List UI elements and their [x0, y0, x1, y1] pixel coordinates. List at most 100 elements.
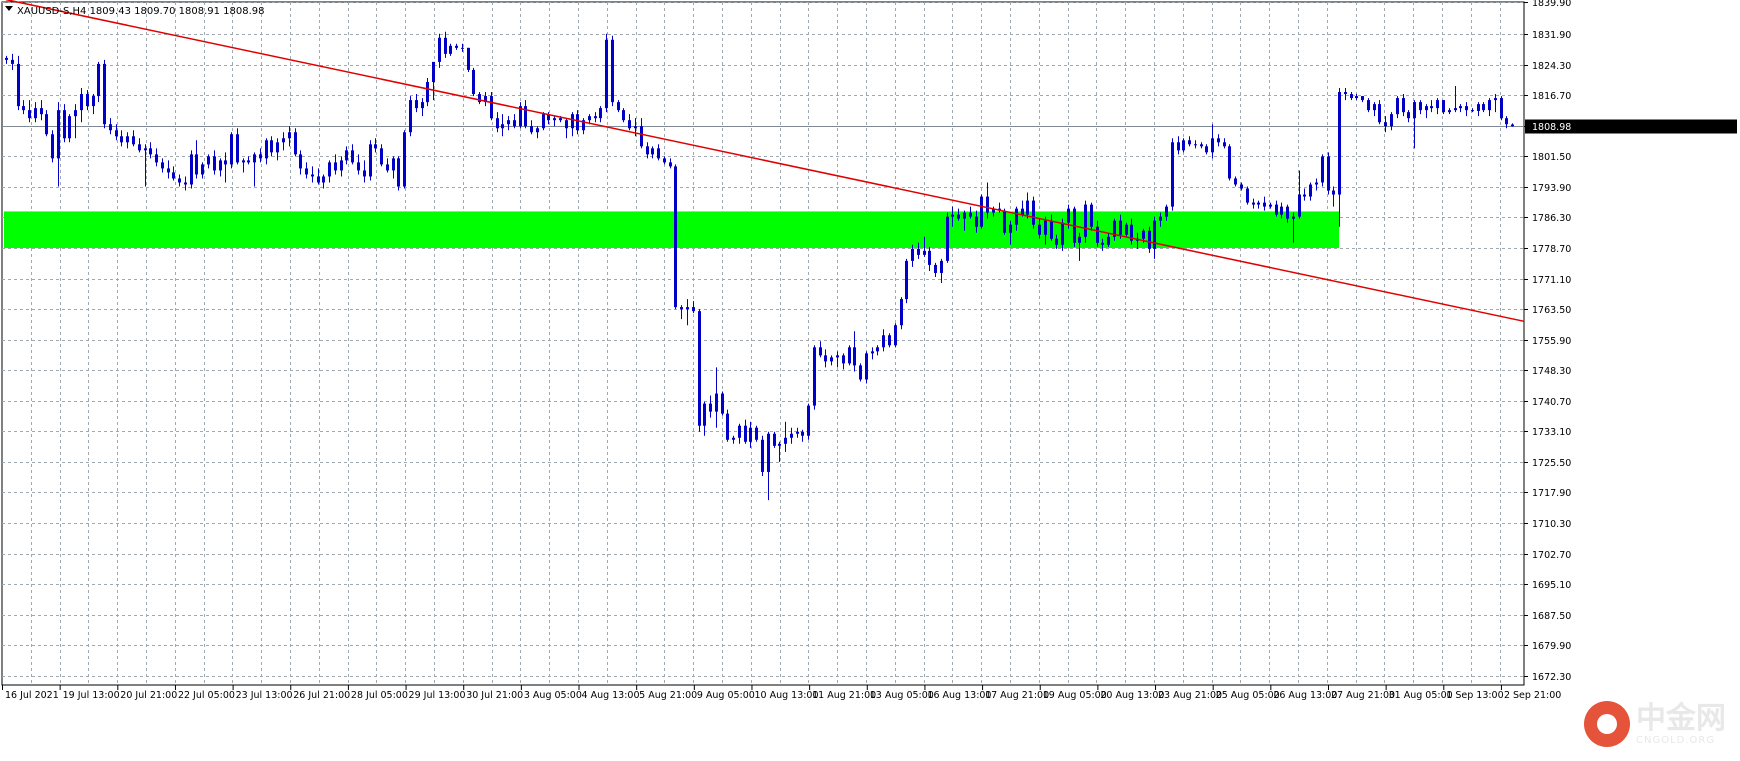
x-tick-label: 23 Aug 21:00	[1158, 690, 1222, 701]
candle-body	[230, 134, 233, 165]
candle-body	[103, 63, 106, 125]
candle-body	[628, 120, 631, 129]
candle-body	[1327, 156, 1330, 191]
candle-body	[426, 81, 429, 103]
candle-body	[1494, 98, 1497, 101]
x-tick-label: 5 Aug 21:00	[639, 690, 697, 701]
candle-body	[1044, 220, 1047, 235]
candle-body	[1402, 98, 1405, 113]
candle-body	[1050, 220, 1053, 239]
y-tick-label: 1748.30	[1532, 366, 1571, 377]
candle-body	[1188, 140, 1191, 145]
candle-body	[1217, 138, 1220, 143]
candle-body	[138, 144, 141, 151]
candle-body	[542, 114, 545, 129]
candle-body	[773, 433, 776, 446]
x-tick-label: 16 Jul 2021	[5, 690, 59, 701]
candle-body	[553, 118, 556, 121]
candle-body	[1344, 92, 1347, 95]
candle-body	[11, 59, 14, 64]
candle-body	[686, 307, 689, 310]
candle-body	[242, 160, 245, 163]
candle-body	[507, 120, 510, 125]
candle-body	[63, 110, 66, 139]
candle-body	[1407, 112, 1410, 119]
candle-body	[120, 136, 123, 143]
candle-body	[1084, 204, 1087, 237]
candle-body	[51, 134, 54, 159]
candle-body	[923, 250, 926, 255]
candle-body	[767, 433, 770, 472]
candle-body	[709, 403, 712, 412]
watermark: 中金网 CNGOLD.ORG	[1584, 701, 1726, 747]
y-tick-label: 1816.70	[1532, 91, 1571, 102]
x-tick-label: 2 Sep 21:00	[1504, 690, 1561, 701]
candle-body	[1338, 92, 1341, 195]
candle-body	[351, 150, 354, 163]
x-tick-label: 9 Aug 05:00	[697, 690, 755, 701]
candle-body	[472, 69, 475, 95]
candle-body	[698, 311, 701, 426]
candle-body	[259, 154, 262, 159]
y-tick-label: 1717.90	[1532, 488, 1571, 499]
x-tick-label: 19 Aug 05:00	[1043, 690, 1107, 701]
candle-body	[565, 120, 568, 129]
candle-body	[490, 96, 493, 119]
candle-body	[1511, 124, 1514, 127]
candle-body	[853, 347, 856, 366]
candle-body	[270, 140, 273, 153]
candle-body	[1286, 206, 1289, 219]
candle-body	[201, 164, 204, 175]
candle-body	[1026, 200, 1029, 215]
candlestick-series	[5, 31, 1514, 501]
candle-body	[703, 403, 706, 426]
candle-body	[1159, 216, 1162, 221]
trendline[interactable]	[5, 0, 1525, 323]
candle-body	[1078, 236, 1081, 243]
x-tick-label: 31 Aug 05:00	[1389, 690, 1453, 701]
candle-body	[109, 124, 112, 131]
candle-body	[946, 216, 949, 261]
trendline-layer[interactable]	[5, 0, 1525, 323]
candle-body	[68, 116, 71, 139]
x-tick-label: 30 Jul 21:00	[466, 690, 523, 701]
y-tick-label: 1755.90	[1532, 336, 1571, 347]
candle-body	[265, 140, 268, 159]
candle-body	[311, 174, 314, 177]
price-chart[interactable]: 1839.90 1831.90 1824.30 1816.70 1808.98 1801.…	[0, 0, 1740, 761]
candle-body	[1055, 238, 1058, 245]
candle-body	[1454, 108, 1457, 111]
candle-body	[744, 425, 747, 442]
x-tick-label: 11 Aug 21:00	[812, 690, 876, 701]
candle-body	[276, 142, 279, 153]
candle-body	[421, 102, 424, 109]
candle-body	[317, 176, 320, 183]
candle-body	[403, 132, 406, 187]
y-tick-label: 1672.30	[1532, 672, 1571, 683]
candle-body	[605, 39, 608, 109]
x-tick-label: 10 Aug 13:00	[754, 690, 818, 701]
candle-body	[900, 299, 903, 326]
plot-frame	[1, 1, 1525, 686]
candle-body	[374, 144, 377, 149]
y-tick-label: 1786.30	[1532, 213, 1571, 224]
candle-body	[345, 150, 348, 161]
candle-body	[1355, 96, 1358, 99]
candle-body	[1038, 224, 1041, 235]
current-price-label: 1808.98	[1532, 122, 1571, 133]
candle-body	[299, 154, 302, 169]
candle-body	[617, 102, 620, 111]
candle-body	[1257, 202, 1260, 205]
y-tick-label: 1702.70	[1532, 550, 1571, 561]
candle-body	[86, 94, 89, 107]
candle-body	[807, 405, 810, 436]
candle-body	[1298, 194, 1301, 217]
candle-body	[380, 148, 383, 165]
candle-body	[1003, 210, 1006, 233]
y-tick-label: 1831.90	[1532, 30, 1571, 41]
candle-body	[1436, 100, 1439, 109]
candle-body	[801, 431, 804, 436]
support-zone-layer	[4, 211, 1340, 249]
candle-body	[911, 248, 914, 261]
candle-body	[928, 250, 931, 265]
